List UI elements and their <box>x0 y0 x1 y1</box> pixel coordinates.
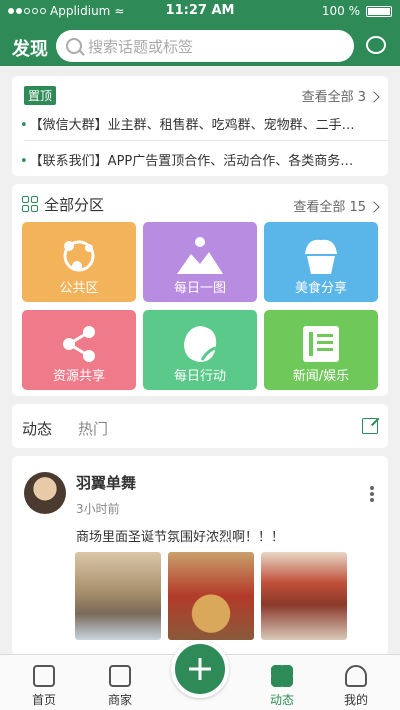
category-label: 资源共享 <box>52 369 105 384</box>
post-photo[interactable] <box>75 552 161 640</box>
tabbar-label: 动态 <box>269 693 294 707</box>
categories-card: 全部分区 查看全部 15 公共区 每日一图 美食分享 资源共享 每日行动 新闻/… <box>12 184 388 396</box>
share-icon <box>63 326 95 362</box>
image-icon <box>177 237 223 274</box>
bullet-icon: • <box>20 154 28 169</box>
battery-info: 100 % <box>322 4 392 18</box>
search-placeholder: 搜索话题或标签 <box>88 37 194 56</box>
pinned-item[interactable]: • 【联系我们】APP广告置顶合作、活动合作、各类商务… <box>20 150 380 169</box>
feed-tabs: 动态 热门 <box>12 404 388 448</box>
edit-icon[interactable] <box>362 418 378 434</box>
page-title: 发现 <box>12 39 48 60</box>
categories-title: 全部分区 <box>44 196 105 214</box>
categories-view-all-link[interactable]: 查看全部 15 <box>293 196 380 215</box>
category-tile-daily-photo[interactable]: 每日一图 <box>143 222 257 302</box>
post-photo[interactable] <box>261 552 347 640</box>
add-post-button[interactable] <box>171 640 229 698</box>
pinned-card: 置顶 查看全部 3 • 【微信大群】业主群、租售群、吃鸡群、宠物群、二手… • 【联… <box>12 76 388 176</box>
category-tile-resources[interactable]: 资源共享 <box>22 310 136 390</box>
battery-icon <box>366 5 392 17</box>
post-photo[interactable] <box>168 552 254 640</box>
tabbar-label: 我的 <box>343 693 368 707</box>
pinned-item-text: 【联系我们】APP广告置顶合作、活动合作、各类商务… <box>29 154 354 169</box>
pinned-view-all-label: 查看全部 3 <box>301 90 366 105</box>
post-time: 3小时前 <box>76 502 120 516</box>
categories-view-all-label: 查看全部 15 <box>293 200 366 215</box>
tabbar-home[interactable]: 首页 <box>14 665 74 708</box>
search-icon <box>66 38 82 54</box>
leaf-icon <box>184 326 217 362</box>
pinned-item[interactable]: • 【微信大群】业主群、租售群、吃鸡群、宠物群、二手… <box>20 114 380 133</box>
post-author[interactable]: 羽翼单舞 <box>76 472 136 493</box>
chevron-right-icon <box>368 201 380 213</box>
tabbar-merchants[interactable]: 商家 <box>90 665 150 708</box>
tab-dynamics[interactable]: 动态 <box>22 418 52 439</box>
status-bar: Applidium ≈ 11:27 AM 100 % <box>0 0 400 22</box>
network-icon <box>63 240 95 272</box>
pinned-view-all-link[interactable]: 查看全部 3 <box>301 86 380 105</box>
category-tile-food[interactable]: 美食分享 <box>264 222 378 302</box>
post-text: 商场里面圣诞节氛围好浓烈啊！！！ <box>76 530 285 545</box>
app-header: Applidium ≈ 11:27 AM 100 % 发现 搜索话题或标签 <box>0 0 400 66</box>
battery-label: 100 % <box>321 4 360 18</box>
pinned-tag: 置顶 <box>24 86 57 105</box>
category-label: 美食分享 <box>294 281 347 296</box>
cupcake-icon <box>305 239 337 274</box>
avatar[interactable] <box>24 472 66 514</box>
post-card[interactable]: 羽翼单舞 3小时前 商场里面圣诞节氛围好浓烈啊！！！ <box>12 456 388 656</box>
category-label: 公共区 <box>59 281 99 296</box>
tab-hot[interactable]: 热门 <box>78 418 108 439</box>
tabbar-me[interactable]: 我的 <box>326 665 386 708</box>
tabbar-label: 首页 <box>31 693 56 707</box>
clover-icon <box>271 665 293 687</box>
message-icon[interactable] <box>366 36 386 54</box>
more-options-icon[interactable] <box>370 486 374 502</box>
user-icon <box>345 665 367 687</box>
search-input[interactable]: 搜索话题或标签 <box>56 30 354 62</box>
news-icon <box>303 326 339 362</box>
home-icon <box>33 665 55 687</box>
tabbar-label: 商家 <box>107 693 132 707</box>
category-label: 每日行动 <box>173 369 226 384</box>
divider <box>24 140 388 141</box>
bullet-icon: • <box>20 118 28 133</box>
chevron-right-icon <box>368 91 380 103</box>
category-label: 每日一图 <box>173 281 226 296</box>
category-label: 新闻/娱乐 <box>292 369 350 384</box>
category-tile-daily-action[interactable]: 每日行动 <box>143 310 257 390</box>
grid-icon <box>22 196 38 212</box>
category-tile-news[interactable]: 新闻/娱乐 <box>264 310 378 390</box>
store-icon <box>109 665 131 687</box>
category-tile-public[interactable]: 公共区 <box>22 222 136 302</box>
pinned-item-text: 【微信大群】业主群、租售群、吃鸡群、宠物群、二手… <box>29 118 355 133</box>
tabbar-dynamics[interactable]: 动态 <box>252 665 312 708</box>
